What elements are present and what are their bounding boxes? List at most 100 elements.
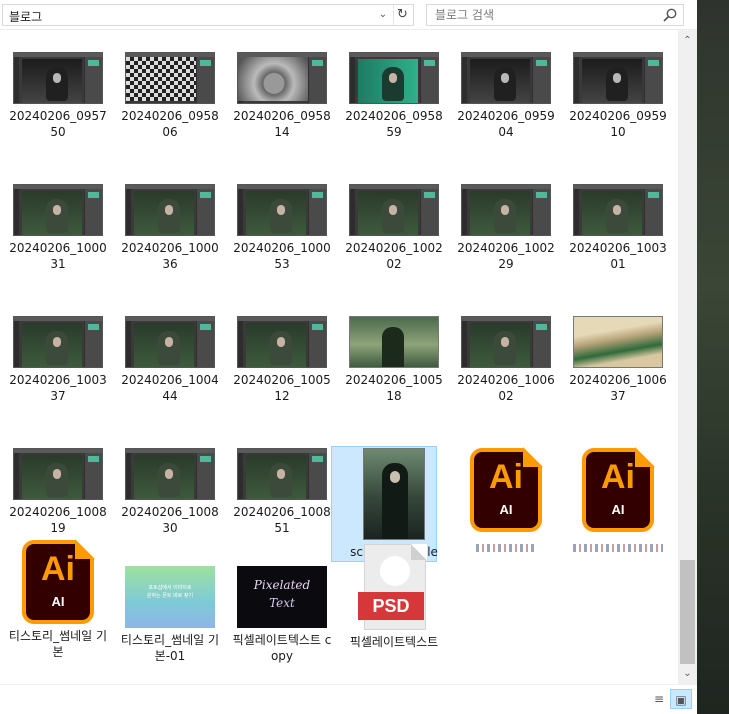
file-item[interactable]: 20240206_095806 — [114, 52, 226, 140]
thumb-face — [277, 469, 285, 479]
scroll-down-icon[interactable]: ⌄ — [678, 665, 697, 682]
file-name: 20240206_100444 — [121, 373, 219, 403]
ai-icon-subtext: AI — [51, 594, 65, 609]
thumb-canvas — [246, 323, 306, 367]
thumb-figure — [270, 331, 292, 365]
thumb-swatch — [88, 456, 99, 462]
address-path: 블로그 — [9, 10, 43, 24]
thumb-toolbar — [462, 189, 467, 235]
file-item[interactable]: Ai AI — [562, 447, 674, 556]
file-name: 20240206_100053 — [233, 241, 331, 271]
pixelated-subtitle: Text — [269, 596, 295, 610]
file-thumbnail — [13, 448, 103, 500]
file-item[interactable]: 20240206_100819 — [2, 448, 114, 536]
thumb-panel — [308, 189, 326, 235]
file-item[interactable]: 20240206_100053 — [226, 184, 338, 272]
thumb-swatch — [200, 456, 211, 462]
refresh-icon[interactable]: ↻ — [393, 5, 411, 25]
scroll-up-icon[interactable]: ⌃ — [678, 32, 697, 49]
file-item[interactable]: 20240206_100830 — [114, 448, 226, 536]
thumb-face — [501, 73, 509, 83]
file-name: 20240206_100229 — [457, 241, 555, 271]
file-item[interactable]: Ai AI 티스토리_썸네일 기본 — [2, 539, 114, 660]
thumb-canvas — [358, 59, 418, 103]
search-box[interactable] — [426, 4, 684, 26]
thumb-swatch — [88, 324, 99, 330]
address-bar[interactable]: 블로그 ⌄ ↻ — [2, 4, 414, 26]
file-item[interactable]: 20240206_100202 — [338, 184, 450, 272]
file-thumbnail — [13, 52, 103, 104]
thumb-panel — [420, 57, 438, 103]
thumb-panel — [196, 57, 214, 103]
thumb-figure — [46, 463, 68, 497]
thumb-toolbar — [462, 321, 467, 367]
file-item[interactable]: 20240206_095814 — [226, 52, 338, 140]
ai-icon-subtext: AI — [499, 502, 513, 517]
thumb-toolbar — [462, 57, 467, 103]
chevron-down-icon[interactable]: ⌄ — [375, 5, 391, 25]
file-item[interactable]: 20240206_100444 — [114, 316, 226, 404]
vertical-scrollbar[interactable]: ⌃ ⌄ — [678, 30, 697, 684]
file-item[interactable]: 20240206_100301 — [562, 184, 674, 272]
file-item[interactable]: 20240206_095859 — [338, 52, 450, 140]
file-name: 20240206_100851 — [233, 505, 331, 535]
thumb-canvas — [246, 455, 306, 499]
thumb-panel — [308, 321, 326, 367]
thumb-face — [613, 73, 621, 83]
thumb-face — [53, 73, 61, 83]
thumb-swatch — [424, 192, 435, 198]
file-item[interactable]: 20240206_100031 — [2, 184, 114, 272]
file-item[interactable]: 20240206_095750 — [2, 52, 114, 140]
search-input[interactable] — [427, 5, 657, 25]
file-item[interactable]: Pixelated Text 픽셀레이트텍스트 copy — [226, 540, 338, 664]
thumb-figure — [158, 331, 180, 365]
obscured-file-name — [573, 544, 663, 552]
file-item[interactable]: 20240206_100337 — [2, 316, 114, 404]
file-item[interactable]: 포토샵에서 이미지로 원하는 폰트 바로 찾기티스토리_썸네일 기본-01 — [114, 540, 226, 664]
details-view-icon[interactable]: ≡ — [648, 689, 670, 709]
thumb-panel — [84, 189, 102, 235]
large-icons-view-icon[interactable]: ▣ — [670, 689, 692, 709]
file-thumbnail — [13, 316, 103, 368]
thumb-panel — [196, 321, 214, 367]
file-thumbnail — [125, 184, 215, 236]
thumb-face — [501, 337, 509, 347]
file-item[interactable]: 20240206_100637 — [562, 316, 674, 404]
scrollbar-thumb[interactable] — [680, 560, 695, 664]
search-icon[interactable] — [663, 8, 677, 22]
thumb-figure — [382, 199, 404, 233]
ai-file-icon: Ai AI — [470, 447, 543, 532]
thumb-figure — [494, 331, 516, 365]
file-thumbnail — [13, 184, 103, 236]
file-item[interactable]: 20240206_100229 — [450, 184, 562, 272]
thumb-panel — [196, 189, 214, 235]
thumb-canvas — [22, 455, 82, 499]
banner-line-1: 포토샵에서 이미지로 — [148, 585, 192, 591]
file-item[interactable]: 20240206_100602 — [450, 316, 562, 404]
thumb-canvas — [470, 323, 530, 367]
thumb-toolbar — [238, 321, 243, 367]
file-explorer-window: 블로그 ⌄ ↻ 20240206_09575020240206_09580620… — [0, 0, 697, 714]
thumb-swatch — [312, 192, 323, 198]
thumb-toolbar — [350, 189, 355, 235]
file-item[interactable]: Ai AI — [450, 447, 562, 556]
thumb-swatch — [648, 60, 659, 66]
psd-file-icon: PSD — [358, 544, 430, 630]
file-item[interactable]: 20240206_100512 — [226, 316, 338, 404]
pixelated-title: Pixelated — [253, 578, 311, 592]
file-thumbnail — [125, 52, 215, 104]
file-item[interactable]: PSD 픽셀레이트텍스트 — [338, 540, 450, 650]
file-thumbnail: 포토샵에서 이미지로 원하는 폰트 바로 찾기 — [125, 566, 215, 628]
file-name: 20240206_100512 — [233, 373, 331, 403]
file-list-view[interactable]: 20240206_095750 20240206_095806 20240206_0… — [0, 30, 678, 684]
file-item[interactable]: 20240206_100518 — [338, 316, 450, 404]
file-item[interactable]: 20240206_100851 — [226, 448, 338, 536]
file-item[interactable]: 20240206_095910 — [562, 52, 674, 140]
file-item[interactable]: 20240206_095904 — [450, 52, 562, 140]
thumb-toolbar — [126, 453, 131, 499]
file-name: 티스토리_썸네일 기본-01 — [120, 633, 220, 663]
thumb-figure — [382, 463, 408, 539]
file-item[interactable]: 20240206_100036 — [114, 184, 226, 272]
file-name — [450, 540, 562, 556]
file-thumbnail — [573, 316, 663, 368]
